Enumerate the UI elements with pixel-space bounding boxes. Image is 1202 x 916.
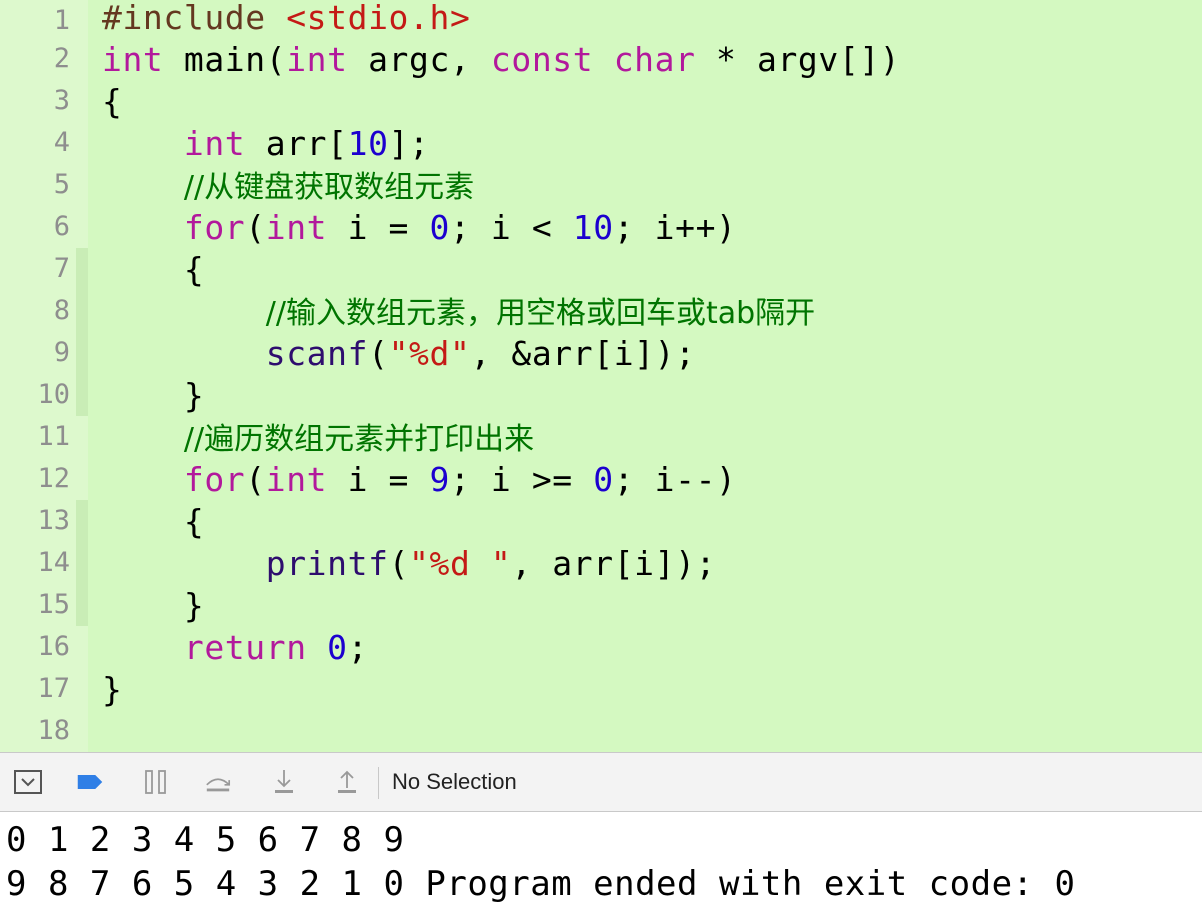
line-number: 13 bbox=[37, 505, 70, 536]
fold-marker[interactable] bbox=[76, 500, 88, 626]
code-line[interactable]: int arr[10]; bbox=[102, 123, 430, 165]
console-output[interactable]: 0 1 2 3 4 5 6 7 8 9 9 8 7 6 5 4 3 2 1 0 … bbox=[0, 812, 1202, 916]
breakpoints-toggle-icon[interactable] bbox=[76, 769, 104, 795]
line-number: 7 bbox=[53, 253, 70, 284]
line-number: 10 bbox=[37, 379, 70, 410]
line-number: 3 bbox=[53, 85, 70, 116]
toolbar-separator bbox=[378, 767, 379, 799]
line-number: 9 bbox=[53, 337, 70, 368]
console-line: 9 8 7 6 5 4 3 2 1 0 Program ended with e… bbox=[6, 864, 1076, 904]
hide-debug-area-icon[interactable] bbox=[14, 769, 42, 795]
code-line[interactable]: //遍历数组元素并打印出来 bbox=[102, 417, 534, 459]
code-line[interactable]: } bbox=[102, 585, 204, 627]
debug-bar: No Selection bbox=[0, 752, 1202, 812]
step-over-icon[interactable] bbox=[204, 769, 232, 795]
code-line[interactable]: int main(int argc, const char * argv[]) bbox=[102, 39, 900, 81]
line-number: 16 bbox=[37, 631, 70, 662]
code-line[interactable]: { bbox=[102, 249, 204, 291]
code-line[interactable]: return 0; bbox=[102, 627, 368, 669]
code-line[interactable]: for(int i = 9; i >= 0; i--) bbox=[102, 459, 737, 501]
line-number: 6 bbox=[53, 211, 70, 242]
selection-label: No Selection bbox=[392, 769, 517, 794]
code-comment: //输入数组元素，用空格或回车或tab隔开 bbox=[265, 296, 816, 331]
code-line[interactable]: } bbox=[102, 669, 122, 711]
line-number: 18 bbox=[37, 715, 70, 746]
code-line[interactable]: //从键盘获取数组元素 bbox=[102, 165, 474, 207]
code-line[interactable]: scanf("%d", &arr[i]); bbox=[102, 333, 696, 375]
line-number: 17 bbox=[37, 673, 70, 704]
pause-icon[interactable] bbox=[142, 769, 170, 795]
code-line[interactable]: printf("%d ", arr[i]); bbox=[102, 543, 716, 585]
fold-marker[interactable] bbox=[76, 248, 88, 416]
line-number: 1 bbox=[53, 5, 70, 36]
code-line[interactable]: for(int i = 0; i < 10; i++) bbox=[102, 207, 737, 249]
line-number: 4 bbox=[53, 127, 70, 158]
code-line[interactable]: #include <stdio.h> bbox=[102, 0, 470, 39]
line-number: 11 bbox=[37, 421, 70, 452]
code-line[interactable]: { bbox=[102, 501, 204, 543]
line-number: 14 bbox=[37, 547, 70, 578]
step-into-icon[interactable] bbox=[270, 769, 298, 795]
line-number: 5 bbox=[53, 169, 70, 200]
code-editor[interactable]: 1 2 3 4 5 6 7 8 9 10 11 12 13 14 15 16 1… bbox=[0, 0, 1202, 752]
console-line: 0 1 2 3 4 5 6 7 8 9 bbox=[6, 820, 405, 860]
code-line[interactable]: { bbox=[102, 81, 122, 123]
code-line[interactable]: //输入数组元素，用空格或回车或tab隔开 bbox=[102, 291, 815, 333]
line-number: 2 bbox=[53, 43, 70, 74]
step-out-icon[interactable] bbox=[333, 769, 361, 795]
code-line[interactable]: } bbox=[102, 375, 204, 417]
line-number: 15 bbox=[37, 589, 70, 620]
code-comment: //遍历数组元素并打印出来 bbox=[183, 422, 535, 457]
code-comment: //从键盘获取数组元素 bbox=[183, 170, 475, 205]
line-number: 8 bbox=[53, 295, 70, 326]
line-number: 12 bbox=[37, 463, 70, 494]
